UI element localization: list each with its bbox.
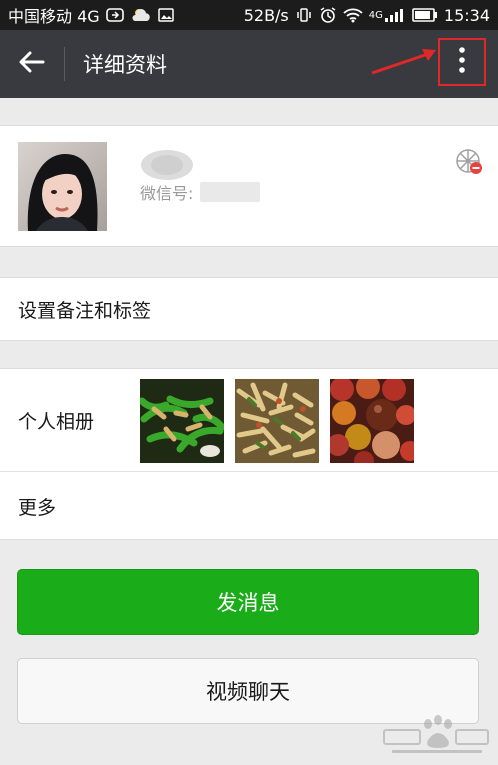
more-options-button[interactable] — [438, 38, 486, 86]
signal-icon: 4G — [369, 8, 406, 22]
more-label: 更多 — [18, 496, 57, 519]
back-arrow-icon — [19, 51, 45, 77]
title-bar: 详细资料 — [0, 30, 498, 98]
send-message-button[interactable]: 发消息 — [17, 569, 479, 635]
vibrate-icon — [295, 7, 313, 23]
more-row[interactable]: 更多 — [0, 472, 498, 540]
profile-card: 微信号: — [0, 125, 498, 247]
clock-text: 15:34 — [443, 5, 490, 25]
baidu-jingyan-watermark — [382, 712, 492, 760]
set-remark-and-tags-row[interactable]: 设置备注和标签 — [0, 277, 498, 341]
annotation-arrow-icon — [371, 49, 436, 75]
send-message-label: 发消息 — [216, 591, 280, 615]
gallery-icon — [157, 7, 174, 23]
title-divider — [64, 47, 65, 81]
more-vertical-icon — [458, 46, 466, 78]
personal-album-label: 个人相册 — [18, 411, 95, 433]
set-remark-label: 设置备注和标签 — [18, 299, 152, 322]
personal-album-row[interactable]: 个人相册 — [0, 369, 498, 472]
moments-icon[interactable] — [455, 148, 483, 180]
status-bar: 中国移动 4G 52B/s 4G 15:34 — [0, 0, 498, 30]
album-thumbnail-fruit — [330, 379, 414, 463]
wifi-icon — [343, 7, 363, 23]
album-thumbnail-peppers — [140, 379, 224, 463]
video-chat-label: 视频聊天 — [206, 680, 290, 704]
screen: 中国移动 4G 52B/s 4G 15:34 详细资料 微信号: 设置备注和标签… — [0, 0, 498, 765]
weather-icon — [130, 7, 152, 23]
alarm-icon — [319, 6, 337, 24]
wechat-id-redacted — [200, 182, 260, 202]
album-more-group: 个人相册 更多 — [0, 368, 498, 540]
back-button[interactable] — [0, 30, 64, 98]
avatar[interactable] — [18, 142, 107, 231]
page-title: 详细资料 — [83, 53, 167, 77]
carrier-text: 中国移动 4G — [8, 7, 100, 26]
wechat-id-label: 微信号: — [140, 184, 194, 203]
battery-icon — [412, 8, 438, 22]
nickname-redacted — [140, 148, 194, 182]
net-speed-text: 52B/s — [243, 5, 289, 25]
sim-swap-icon — [105, 7, 124, 23]
album-thumbnail-stirfry — [235, 379, 319, 463]
network-type-text: 4G — [368, 9, 383, 21]
